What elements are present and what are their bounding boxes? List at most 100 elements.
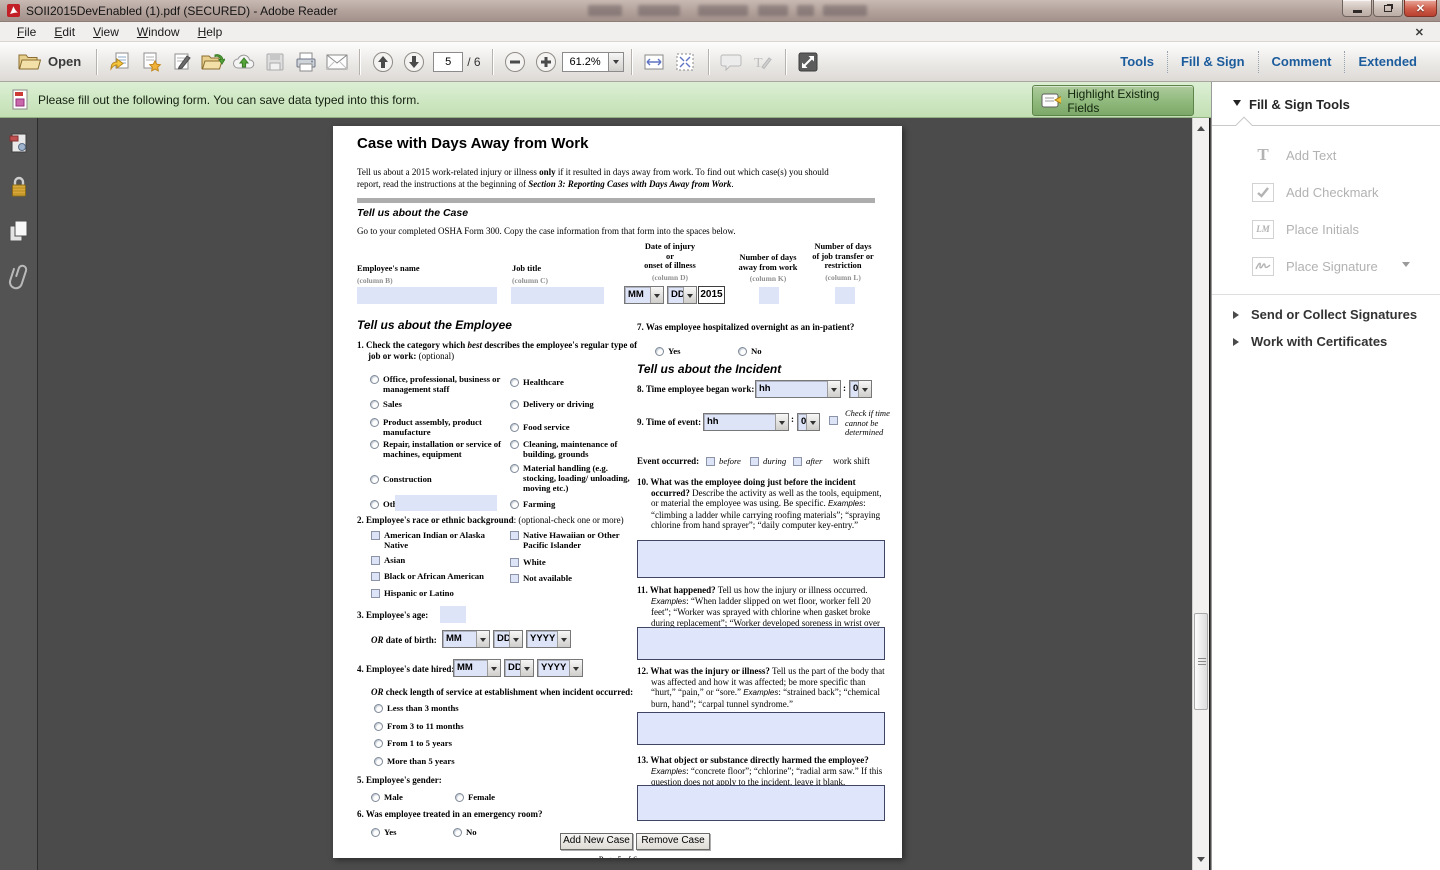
- scrollbar-thumb[interactable]: [1194, 613, 1208, 710]
- email-button[interactable]: [321, 47, 352, 77]
- zoom-dropdown-button[interactable]: [608, 52, 624, 72]
- place-initials-tool[interactable]: LM Place Initials: [1252, 218, 1432, 240]
- add-checkmark-tool[interactable]: Add Checkmark: [1252, 181, 1432, 203]
- radio-button[interactable]: [374, 757, 383, 766]
- radio-button[interactable]: [455, 793, 464, 802]
- security-lock-icon[interactable]: [8, 174, 30, 205]
- chevron-down-icon[interactable]: [1402, 262, 1410, 271]
- work-with-certificates-section[interactable]: Work with Certificates: [1233, 334, 1387, 349]
- event-during-option[interactable]: during: [750, 456, 794, 466]
- service-length-option[interactable]: From 3 to 11 months: [374, 721, 524, 731]
- zoom-level-input[interactable]: 61.2%: [562, 52, 608, 72]
- checkbox[interactable]: [371, 589, 380, 598]
- race-option[interactable]: Native Hawaiian or Other Pacific Islande…: [510, 530, 628, 550]
- toolbar-close-icon[interactable]: ✕: [1415, 26, 1424, 39]
- menu-help[interactable]: Help: [189, 22, 232, 41]
- injury-year-field[interactable]: 2015: [698, 286, 725, 304]
- job-category-option[interactable]: Construction: [370, 474, 502, 484]
- cloud-upload-button[interactable]: [228, 47, 259, 77]
- injury-month-dropdown[interactable]: MM: [624, 286, 664, 304]
- race-option[interactable]: Not available: [510, 573, 628, 583]
- export-pdf-button[interactable]: [104, 47, 135, 77]
- time-undetermined-checkbox[interactable]: [829, 416, 838, 425]
- hired-day-dropdown[interactable]: DD: [504, 659, 534, 677]
- dob-month-dropdown[interactable]: MM: [442, 630, 490, 648]
- open-recent-button[interactable]: [197, 47, 228, 77]
- employee-name-field[interactable]: [357, 287, 497, 304]
- checkbox[interactable]: [510, 531, 519, 540]
- fit-page-button[interactable]: [670, 47, 701, 77]
- attachments-paperclip-icon[interactable]: [8, 262, 30, 301]
- event-before-option[interactable]: before: [706, 456, 750, 466]
- chevron-down-icon[interactable]: [775, 414, 788, 430]
- close-button[interactable]: ✕: [1404, 0, 1437, 17]
- tab-comment[interactable]: Comment: [1259, 54, 1345, 69]
- race-option[interactable]: Black or African American: [371, 571, 511, 581]
- fit-width-button[interactable]: [639, 47, 670, 77]
- fill-sign-tools-header[interactable]: Fill & Sign Tools: [1233, 97, 1350, 112]
- question-12-answer-field[interactable]: [637, 712, 885, 745]
- radio-button[interactable]: [374, 704, 383, 713]
- chevron-down-icon[interactable]: [520, 660, 533, 676]
- zoom-in-button[interactable]: [531, 47, 562, 77]
- radio-button[interactable]: [655, 347, 664, 356]
- highlight-existing-fields-button[interactable]: Highlight Existing Fields: [1032, 85, 1194, 116]
- job-category-option[interactable]: Farming: [510, 499, 630, 509]
- checkbox[interactable]: [793, 457, 802, 466]
- dob-year-dropdown[interactable]: YYYY: [526, 630, 571, 648]
- radio-button[interactable]: [370, 375, 379, 384]
- checkbox[interactable]: [371, 556, 380, 565]
- radio-button[interactable]: [510, 400, 519, 409]
- radio-button[interactable]: [510, 500, 519, 509]
- radio-button[interactable]: [510, 440, 519, 449]
- job-category-option[interactable]: Sales: [370, 399, 502, 409]
- radio-button[interactable]: [371, 828, 380, 837]
- hired-year-dropdown[interactable]: YYYY: [537, 659, 583, 677]
- radio-button[interactable]: [510, 378, 519, 387]
- race-option[interactable]: Hispanic or Latino: [371, 588, 493, 598]
- menu-window[interactable]: Window: [128, 22, 189, 41]
- tab-fill-sign[interactable]: Fill & Sign: [1168, 54, 1258, 69]
- checkbox[interactable]: [510, 558, 519, 567]
- checkbox[interactable]: [371, 572, 380, 581]
- chevron-down-icon[interactable]: [487, 660, 500, 676]
- hospitalized-option-yes[interactable]: Yes: [655, 346, 705, 356]
- previous-page-button[interactable]: [367, 47, 398, 77]
- next-page-button[interactable]: [398, 47, 429, 77]
- race-option[interactable]: American Indian or Alaska Native: [371, 530, 493, 550]
- create-pdf-button[interactable]: [135, 47, 166, 77]
- began-work-minute-dropdown[interactable]: 00: [849, 380, 872, 398]
- chevron-down-icon[interactable]: [683, 287, 696, 303]
- job-category-option[interactable]: Product assembly, product manufacture: [370, 417, 502, 437]
- race-option[interactable]: Asian: [371, 555, 493, 565]
- tab-extended[interactable]: Extended: [1345, 54, 1430, 69]
- job-category-option[interactable]: Delivery or driving: [510, 399, 630, 409]
- chevron-down-icon[interactable]: [858, 381, 871, 397]
- checkbox[interactable]: [510, 574, 519, 583]
- radio-button[interactable]: [370, 475, 379, 484]
- injury-day-dropdown[interactable]: DD: [667, 286, 697, 304]
- event-hour-dropdown[interactable]: hh: [703, 413, 789, 431]
- checkbox[interactable]: [371, 531, 380, 540]
- job-category-option[interactable]: Cleaning, maintenance of building, groun…: [510, 439, 630, 459]
- restore-button[interactable]: [1373, 0, 1403, 17]
- job-category-option[interactable]: Food service: [510, 422, 630, 432]
- text-annotation-button[interactable]: T: [747, 47, 778, 77]
- radio-button[interactable]: [370, 400, 379, 409]
- job-transfer-days-field[interactable]: [835, 287, 855, 304]
- gender-option-male[interactable]: Male: [371, 792, 431, 802]
- job-category-option[interactable]: Healthcare: [510, 377, 630, 387]
- employee-age-field[interactable]: [440, 606, 466, 623]
- job-category-option[interactable]: Office, professional, business or manage…: [370, 374, 502, 394]
- chevron-down-icon[interactable]: [557, 631, 570, 647]
- open-button[interactable]: Open: [10, 49, 89, 75]
- menu-view[interactable]: View: [84, 22, 128, 41]
- race-option[interactable]: White: [510, 557, 628, 567]
- tab-tools[interactable]: Tools: [1107, 54, 1167, 69]
- chevron-down-icon[interactable]: [827, 381, 840, 397]
- chevron-down-icon[interactable]: [806, 414, 819, 430]
- menu-file[interactable]: File: [8, 22, 45, 41]
- radio-button[interactable]: [371, 793, 380, 802]
- question-10-answer-field[interactable]: [637, 540, 885, 578]
- sign-document-button[interactable]: [166, 47, 197, 77]
